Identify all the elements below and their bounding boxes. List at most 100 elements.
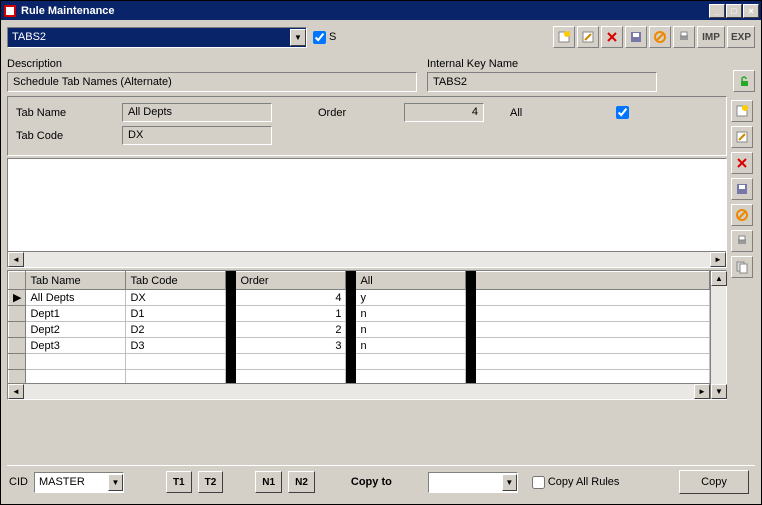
row-selector[interactable]: ▶: [9, 290, 26, 306]
all-label: All: [510, 107, 540, 119]
col-extra: [476, 272, 710, 290]
app-icon: [3, 4, 17, 18]
cell-order[interactable]: 3: [236, 338, 346, 354]
scroll-track[interactable]: [24, 252, 710, 267]
cell-all[interactable]: n: [356, 306, 466, 322]
side-print-button[interactable]: [731, 230, 753, 252]
table-row[interactable]: Dept2 D2 2 n: [9, 322, 710, 338]
grid-vscroll-track[interactable]: [711, 286, 726, 384]
scroll-left-icon[interactable]: ◄: [8, 252, 24, 267]
cell-tab-name[interactable]: Dept1: [26, 306, 126, 322]
description-label: Description: [7, 58, 417, 70]
table-row[interactable]: Dept3 D3 3 n: [9, 338, 710, 354]
table-row[interactable]: Dept1 D1 1 n: [9, 306, 710, 322]
minimize-button[interactable]: _: [709, 4, 725, 18]
order-label: Order: [318, 107, 378, 119]
cancel-button[interactable]: [649, 26, 671, 48]
cid-combo[interactable]: MASTER ▼: [34, 472, 124, 493]
cell-tab-name[interactable]: Dept2: [26, 322, 126, 338]
cell-tab-code[interactable]: D1: [126, 306, 226, 322]
cell-order[interactable]: 4: [236, 290, 346, 306]
s-checkbox-wrap[interactable]: S: [313, 31, 336, 44]
lock-button[interactable]: [733, 70, 755, 92]
bottom-bar: CID MASTER ▼ T1 T2 N1 N2 Copy to ▼ Copy …: [7, 465, 755, 498]
row-selector[interactable]: [9, 338, 26, 354]
cell-tab-code[interactable]: D2: [126, 322, 226, 338]
content: TABS2 ▼ S IMP EXP Description Schedu: [1, 20, 761, 504]
delete-button[interactable]: [601, 26, 623, 48]
col-order[interactable]: Order: [236, 272, 346, 290]
col-tab-name[interactable]: Tab Name: [26, 272, 126, 290]
t1-button[interactable]: T1: [166, 471, 192, 493]
print-button[interactable]: [673, 26, 695, 48]
rules-table[interactable]: Tab Name Tab Code Order All ▶: [8, 271, 710, 386]
unlock-icon: [737, 74, 751, 88]
n2-button[interactable]: N2: [288, 471, 315, 493]
copy-to-label: Copy to: [351, 476, 392, 488]
import-button[interactable]: IMP: [697, 26, 725, 48]
row-selector[interactable]: [9, 322, 26, 338]
main-toolbar: IMP EXP: [553, 26, 755, 48]
side-save-button[interactable]: [731, 178, 753, 200]
order-field[interactable]: 4: [404, 103, 484, 122]
grid-scroll-right-icon[interactable]: ►: [694, 384, 710, 399]
table-row[interactable]: ▶ All Depts DX 4 y: [9, 290, 710, 306]
cell-all[interactable]: n: [356, 338, 466, 354]
copy-all-wrap[interactable]: Copy All Rules: [532, 476, 620, 489]
table-header-row: Tab Name Tab Code Order All: [9, 272, 710, 290]
edit-button[interactable]: [577, 26, 599, 48]
cell-tab-code[interactable]: DX: [126, 290, 226, 306]
cell-all[interactable]: n: [356, 322, 466, 338]
cell-tab-name[interactable]: Dept3: [26, 338, 126, 354]
side-new-button[interactable]: [731, 100, 753, 122]
rule-combo[interactable]: TABS2 ▼: [7, 27, 307, 48]
n1-button[interactable]: N1: [255, 471, 282, 493]
copy-to-combo[interactable]: ▼: [428, 472, 518, 493]
window: Rule Maintenance _ □ × TABS2 ▼ S: [0, 0, 762, 505]
cell-tab-name[interactable]: All Depts: [26, 290, 126, 306]
grid-scroll-up-icon[interactable]: ▲: [711, 271, 727, 286]
s-checkbox[interactable]: [313, 31, 326, 44]
copy-to-dropdown-icon[interactable]: ▼: [502, 474, 517, 491]
s-label: S: [329, 31, 336, 43]
grid-scroll-down-icon[interactable]: ▼: [711, 384, 727, 399]
col-sep1: [226, 272, 236, 290]
maximize-button[interactable]: □: [726, 4, 742, 18]
grid-scroll-left-icon[interactable]: ◄: [8, 384, 24, 399]
row-selector[interactable]: [9, 306, 26, 322]
grid-scroll-track[interactable]: [24, 384, 694, 399]
close-button[interactable]: ×: [743, 4, 759, 18]
tab-name-label: Tab Name: [16, 107, 116, 119]
titlebar: Rule Maintenance _ □ ×: [1, 1, 761, 20]
rule-combo-value: TABS2: [8, 29, 290, 45]
copy-button[interactable]: Copy: [679, 470, 749, 494]
side-cancel-button[interactable]: [731, 204, 753, 226]
grid-hscroll[interactable]: ◄ ►: [8, 383, 710, 399]
copy-all-checkbox[interactable]: [532, 476, 545, 489]
all-checkbox[interactable]: [616, 106, 629, 119]
cell-tab-code[interactable]: D3: [126, 338, 226, 354]
side-copy-button[interactable]: [731, 256, 753, 278]
side-edit-button[interactable]: [731, 126, 753, 148]
rule-combo-dropdown-icon[interactable]: ▼: [290, 29, 306, 46]
description-field: Schedule Tab Names (Alternate): [7, 72, 417, 92]
tab-name-field[interactable]: All Depts: [122, 103, 272, 122]
save-button[interactable]: [625, 26, 647, 48]
export-button[interactable]: EXP: [727, 26, 755, 48]
blank-area: ◄ ►: [7, 158, 727, 268]
blank-hscroll[interactable]: ◄ ►: [8, 251, 726, 267]
tab-code-field[interactable]: DX: [122, 126, 272, 145]
side-delete-button[interactable]: [731, 152, 753, 174]
internal-key-field: TABS2: [427, 72, 657, 92]
col-all[interactable]: All: [356, 272, 466, 290]
cell-order[interactable]: 2: [236, 322, 346, 338]
t2-button[interactable]: T2: [198, 471, 224, 493]
col-tab-code[interactable]: Tab Code: [126, 272, 226, 290]
cell-order[interactable]: 1: [236, 306, 346, 322]
new-button[interactable]: [553, 26, 575, 48]
internal-key-label: Internal Key Name: [427, 58, 657, 70]
grid-vscroll[interactable]: ▲ ▼: [710, 271, 726, 399]
cid-dropdown-icon[interactable]: ▼: [108, 474, 123, 491]
cell-all[interactable]: y: [356, 290, 466, 306]
scroll-right-icon[interactable]: ►: [710, 252, 726, 267]
